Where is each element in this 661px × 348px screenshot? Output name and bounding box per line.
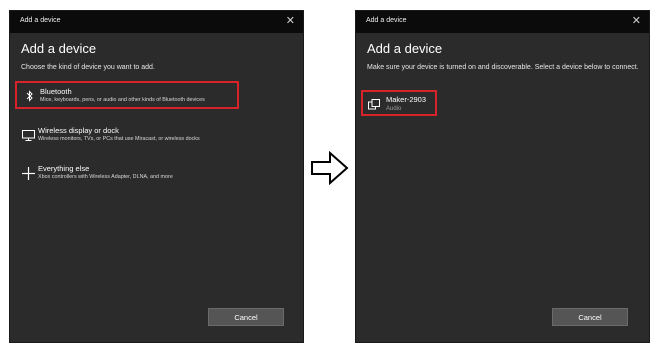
bluetooth-icon [23,89,37,103]
add-device-dialog-kind: Add a device ✕ Add a device Choose the k… [9,10,304,343]
monitor-icon [21,128,35,142]
plus-icon [21,166,35,180]
title-bar: Add a device ✕ [356,11,649,33]
right-arrow-icon [311,151,349,185]
option-label: Everything else [38,164,90,173]
cancel-button[interactable]: Cancel [552,308,628,326]
option-label: Bluetooth [40,87,72,96]
title-bar: Add a device ✕ [10,11,303,33]
option-everything-else[interactable]: Everything else Xbox controllers with Wi… [15,160,239,188]
option-description: Wireless monitors, TVs, or PCs that use … [38,136,200,142]
close-icon[interactable]: ✕ [286,14,295,28]
window-title: Add a device [20,17,61,24]
option-description: Mice, keyboards, pens, or audio and othe… [40,97,205,103]
option-label: Wireless display or dock [38,126,119,135]
audio-device-icon [368,98,380,110]
close-icon[interactable]: ✕ [632,14,641,28]
add-device-dialog-select: Add a device ✕ Add a device Make sure yo… [355,10,650,343]
option-bluetooth[interactable]: Bluetooth Mice, keyboards, pens, or audi… [15,81,239,109]
device-item-maker-2903[interactable]: Maker-2903 Audio [361,90,437,116]
window-title: Add a device [366,17,407,24]
page-title: Add a device [21,41,97,56]
option-wireless-display[interactable]: Wireless display or dock Wireless monito… [15,122,239,150]
page-title: Add a device [367,41,443,56]
device-type: Audio [386,106,402,112]
cancel-button[interactable]: Cancel [208,308,284,326]
option-description: Xbox controllers with Wireless Adapter, … [38,174,173,180]
instruction-text: Choose the kind of device you want to ad… [21,64,155,71]
device-name: Maker-2903 [386,95,427,104]
instruction-text: Make sure your device is turned on and d… [367,64,639,71]
